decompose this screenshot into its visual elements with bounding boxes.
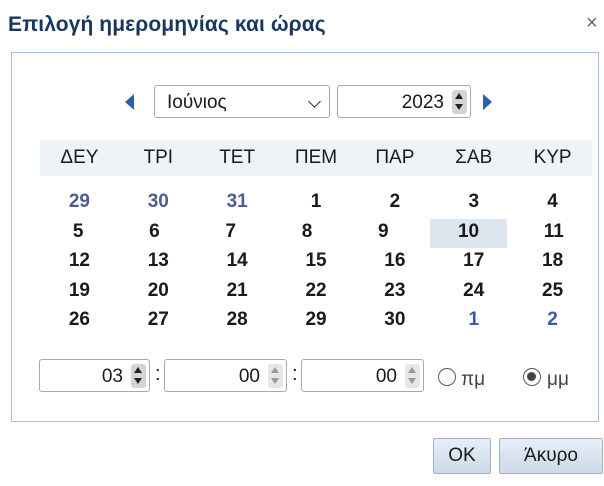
time-separator: : xyxy=(292,363,298,385)
weekday-label: ΤΡΙ xyxy=(143,147,174,168)
spin-down-icon[interactable] xyxy=(134,378,142,384)
day-grid: 29 30 31 1 2 3 4 5 6 7 8 9 10 11 12 13 14 15 16 17 18 19 20 21 2… xyxy=(40,189,592,337)
day-cell[interactable]: 16 xyxy=(355,248,434,278)
weekday-label: ΠΑΡ xyxy=(375,147,415,168)
week-row: 26 27 28 29 30 1 2 xyxy=(40,307,592,337)
month-select[interactable]: Ιούνιος xyxy=(154,85,330,118)
day-cell[interactable]: 28 xyxy=(198,307,277,337)
day-cell[interactable]: 31 xyxy=(198,189,277,219)
ok-button[interactable]: OK xyxy=(433,438,491,474)
day-cell[interactable]: 21 xyxy=(198,278,277,308)
hour-spinner[interactable] xyxy=(131,364,146,388)
chevron-down-icon xyxy=(308,95,321,108)
day-cell[interactable]: 23 xyxy=(355,278,434,308)
weekday-label: ΤΕΤ xyxy=(219,147,256,168)
am-label: πμ xyxy=(461,369,486,390)
date-time-dialog: Επιλογή ημερομηνίας και ώρας × Ιούνιος 2… xyxy=(0,0,604,486)
year-stepper[interactable]: 2023 xyxy=(337,85,471,118)
week-row: 29 30 31 1 2 3 4 xyxy=(40,189,592,219)
triangle-left-icon[interactable] xyxy=(125,94,134,110)
day-cell[interactable]: 7 xyxy=(193,219,269,249)
day-cell[interactable]: 25 xyxy=(513,278,592,308)
day-cell[interactable]: 30 xyxy=(119,189,198,219)
weekday-label: ΔΕΥ xyxy=(60,147,99,168)
pm-radio[interactable] xyxy=(523,368,541,386)
spin-up-icon[interactable] xyxy=(455,93,463,99)
time-separator: : xyxy=(155,363,161,385)
day-cell[interactable]: 22 xyxy=(277,278,356,308)
spin-down-icon[interactable] xyxy=(455,104,463,110)
am-radio[interactable] xyxy=(438,368,456,386)
week-row: 19 20 21 22 23 24 25 xyxy=(40,278,592,308)
day-cell[interactable]: 29 xyxy=(277,307,356,337)
minute-spinner[interactable] xyxy=(268,364,283,388)
triangle-right-icon[interactable] xyxy=(483,94,492,110)
day-cell[interactable]: 5 xyxy=(40,219,116,249)
day-cell[interactable]: 8 xyxy=(269,219,345,249)
day-cell[interactable]: 9 xyxy=(345,219,421,249)
year-value: 2023 xyxy=(401,92,444,113)
weekday-label: ΠΕΜ xyxy=(294,147,338,168)
spin-up-icon[interactable] xyxy=(408,367,416,373)
close-icon[interactable]: × xyxy=(586,12,604,34)
day-cell[interactable]: 20 xyxy=(119,278,198,308)
second-spinner[interactable] xyxy=(405,364,420,388)
day-cell[interactable]: 2 xyxy=(513,307,592,337)
weekday-label: ΣΑΒ xyxy=(455,147,493,168)
weekday-label: ΚΥΡ xyxy=(533,147,572,168)
week-row: 12 13 14 15 16 17 18 xyxy=(40,248,592,278)
day-cell[interactable]: 19 xyxy=(40,278,119,308)
pm-label: μμ xyxy=(547,369,569,390)
day-cell[interactable]: 14 xyxy=(198,248,277,278)
spin-up-icon[interactable] xyxy=(134,367,142,373)
hour-stepper[interactable]: 03 xyxy=(39,359,150,392)
spin-up-icon[interactable] xyxy=(271,367,279,373)
spin-down-icon[interactable] xyxy=(271,378,279,384)
day-cell[interactable]: 24 xyxy=(434,278,513,308)
hour-value: 03 xyxy=(101,366,123,387)
day-cell[interactable]: 30 xyxy=(355,307,434,337)
day-cell[interactable]: 1 xyxy=(434,307,513,337)
spin-down-icon[interactable] xyxy=(408,378,416,384)
title-bar: Επιλογή ημερομηνίας και ώρας × xyxy=(0,0,604,52)
day-cell[interactable]: 18 xyxy=(513,248,592,278)
day-cell-selected[interactable]: 10 xyxy=(430,218,507,248)
day-cell[interactable]: 4 xyxy=(513,189,592,219)
day-cell[interactable]: 17 xyxy=(434,248,513,278)
week-row: 5 6 7 8 9 10 11 xyxy=(40,218,592,249)
day-cell[interactable]: 12 xyxy=(40,248,119,278)
weekday-header: ΔΕΥ ΤΡΙ ΤΕΤ ΠΕΜ ΠΑΡ ΣΑΒ ΚΥΡ xyxy=(40,140,592,176)
day-cell[interactable]: 26 xyxy=(40,307,119,337)
day-cell[interactable]: 15 xyxy=(277,248,356,278)
day-cell[interactable]: 1 xyxy=(277,189,356,219)
day-cell[interactable]: 27 xyxy=(119,307,198,337)
calendar-panel: Ιούνιος 2023 ΔΕΥ ΤΡΙ ΤΕΤ ΠΕΜ ΠΑΡ ΣΑΒ ΚΥΡ… xyxy=(11,52,599,422)
year-spinner[interactable] xyxy=(452,90,467,114)
second-stepper[interactable]: 00 xyxy=(301,359,424,392)
day-cell[interactable]: 6 xyxy=(116,219,192,249)
day-cell[interactable]: 29 xyxy=(40,189,119,219)
day-cell[interactable]: 2 xyxy=(355,189,434,219)
minute-stepper[interactable]: 00 xyxy=(164,359,287,392)
month-value: Ιούνιος xyxy=(167,92,227,113)
second-value: 00 xyxy=(375,366,397,387)
cancel-button[interactable]: Άκυρο xyxy=(499,438,603,474)
day-cell[interactable]: 3 xyxy=(434,189,513,219)
dialog-title: Επιλογή ημερομηνίας και ώρας xyxy=(8,13,326,36)
minute-value: 00 xyxy=(238,366,260,387)
day-cell[interactable]: 11 xyxy=(516,219,592,249)
day-cell[interactable]: 13 xyxy=(119,248,198,278)
